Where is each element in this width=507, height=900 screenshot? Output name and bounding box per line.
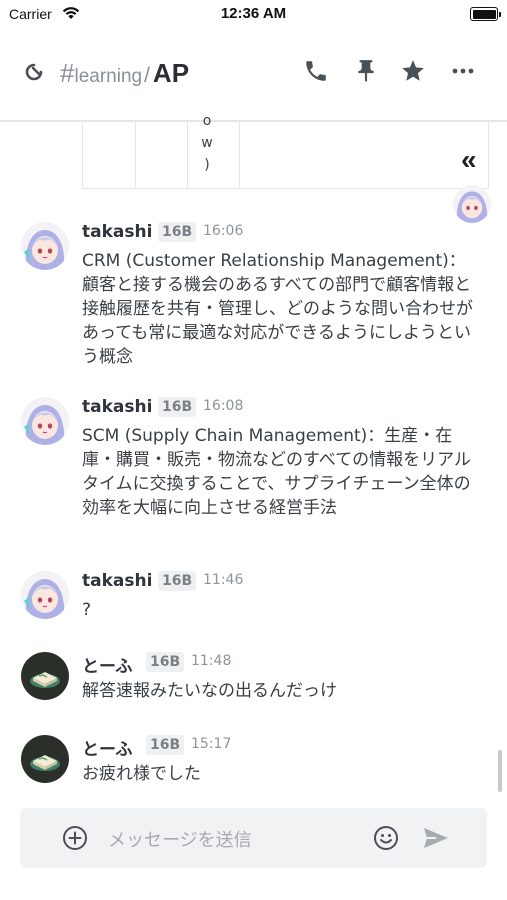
table-divider	[187, 122, 188, 188]
send-icon[interactable]	[422, 825, 450, 855]
table-cell-char: o	[202, 113, 212, 129]
user-avatar[interactable]	[21, 571, 69, 623]
thread-title: AP	[152, 58, 190, 88]
table-cell-text: o w )	[200, 110, 214, 176]
battery-icon	[470, 7, 501, 21]
role-badge: 16B	[146, 652, 185, 672]
user-avatar[interactable]	[21, 652, 69, 704]
table-divider	[135, 122, 136, 188]
scrollbar[interactable]	[498, 750, 502, 792]
message-text: お疲れ様でした	[82, 764, 201, 784]
collapse-chevrons-icon[interactable]: «	[461, 146, 477, 174]
message-text: ?	[82, 600, 92, 620]
add-icon[interactable]	[62, 825, 88, 855]
message-time: 16:08	[203, 398, 244, 414]
read-receipt-avatar[interactable]	[453, 185, 491, 227]
message-input[interactable]: メッセージを送信	[108, 826, 252, 852]
status-bar: Carrier 12:36 AM	[0, 0, 507, 30]
channel-separator: /	[144, 64, 150, 87]
channel-name[interactable]: learning	[74, 66, 142, 87]
table-cell-char: w	[201, 135, 213, 151]
clock: 12:36 AM	[220, 5, 287, 22]
message-text: 解答速報みたいなの出るんだっけ	[82, 681, 337, 701]
channel-hash: #	[60, 58, 75, 88]
role-badge: 16B	[158, 222, 197, 242]
emoji-icon[interactable]	[373, 825, 399, 855]
message-time: 16:06	[203, 223, 244, 239]
channel-title: #learning/AP	[60, 58, 189, 89]
message-text: CRM (Customer Relationship Management)：顧…	[82, 251, 473, 367]
author-name[interactable]: とーふ	[82, 735, 132, 760]
phone-icon[interactable]	[303, 58, 329, 84]
pin-icon[interactable]	[353, 58, 379, 84]
user-avatar[interactable]	[21, 735, 69, 787]
message-time: 11:46	[203, 572, 244, 588]
role-badge: 16B	[158, 571, 197, 591]
channel-header: #learning/AP	[0, 30, 507, 122]
author-name[interactable]: takashi	[82, 397, 152, 417]
author-name[interactable]: とーふ	[82, 652, 132, 677]
back-refresh-icon[interactable]	[22, 60, 46, 88]
author-name[interactable]: takashi	[82, 222, 152, 242]
user-avatar[interactable]	[21, 397, 69, 449]
role-badge: 16B	[158, 397, 197, 417]
star-icon[interactable]	[400, 58, 426, 84]
author-name[interactable]: takashi	[82, 571, 152, 591]
table-divider	[239, 122, 240, 188]
message-time: 15:17	[191, 736, 232, 752]
message-composer[interactable]: メッセージを送信	[20, 808, 487, 868]
message-time: 11:48	[191, 653, 232, 669]
previous-message-table	[82, 122, 489, 189]
message-text: SCM (Supply Chain Management)：生産・在庫・購買・販…	[82, 426, 471, 518]
table-cell-char: )	[204, 157, 210, 173]
user-avatar[interactable]	[21, 222, 69, 274]
role-badge: 16B	[146, 735, 185, 755]
more-icon[interactable]	[450, 58, 476, 84]
